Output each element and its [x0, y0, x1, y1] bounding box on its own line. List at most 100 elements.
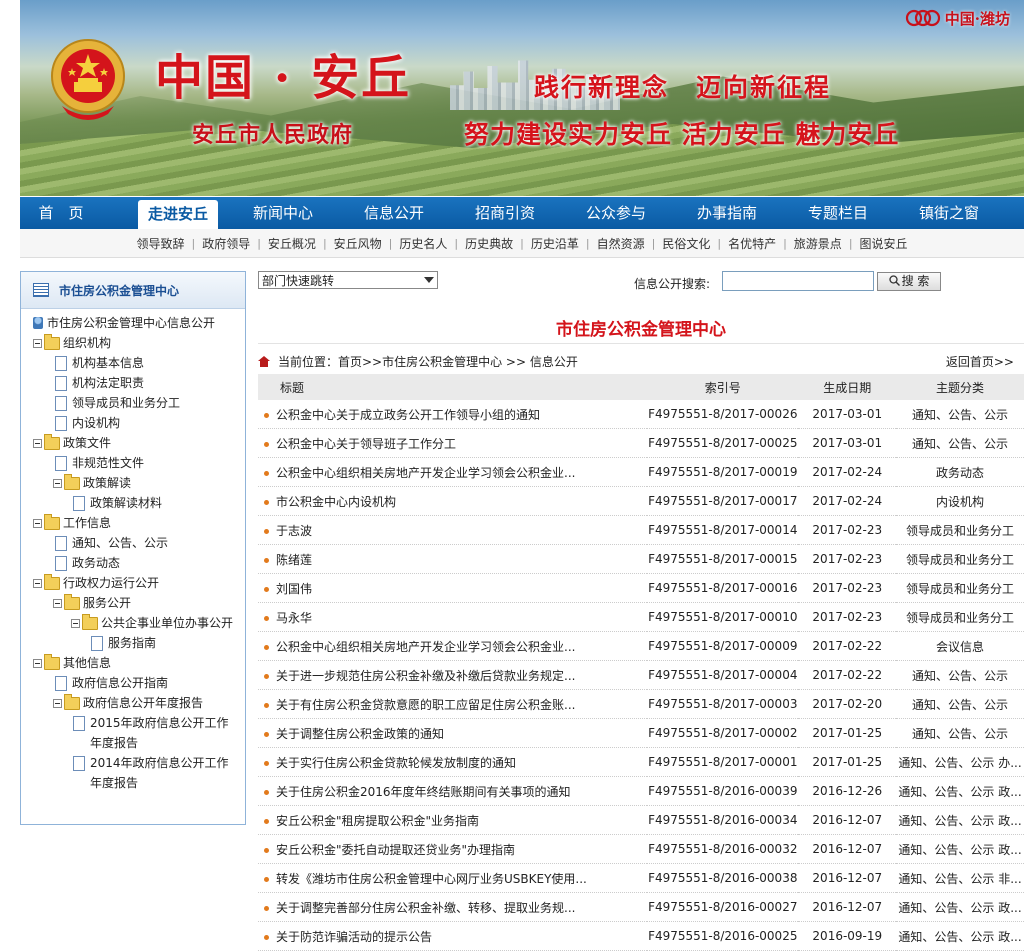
table-row[interactable]: 公积金中心关于领导班子工作分工 F4975551-8/2017-00025 2017…: [258, 428, 1024, 458]
tree-node[interactable]: 工作信息: [21, 513, 245, 533]
table-row[interactable]: 安丘公积金"租房提取公积金"业务指南 F4975551-8/2016-00034 2…: [258, 805, 1024, 835]
table-row[interactable]: 公积金中心组织相关房地产开发企业学习领会公积金业... F4975551-8/20…: [258, 631, 1024, 661]
table-row[interactable]: 安丘公积金"委托自动提取还贷业务"办理指南 F4975551-8/2016-000…: [258, 834, 1024, 864]
row-title-text[interactable]: 于志波: [276, 524, 312, 538]
row-title-text[interactable]: 公积金中心组织相关房地产开发企业学习领会公积金业...: [276, 640, 575, 654]
tree-node[interactable]: 政策文件: [21, 433, 245, 453]
tree-node[interactable]: 内设机构: [21, 413, 245, 433]
breadcrumb-text[interactable]: 当前位置：首页>>市住房公积金管理中心 >> 信息公开: [278, 353, 578, 370]
subnav-item[interactable]: 政府领导: [195, 235, 257, 252]
search-input[interactable]: [722, 271, 874, 291]
row-title[interactable]: 转发《潍坊市住房公积金管理中心网厅业务USBKEY使用...: [258, 863, 648, 893]
nav-about-anqiu[interactable]: 走进安丘: [138, 200, 218, 229]
row-title-text[interactable]: 关于调整住房公积金政策的通知: [276, 727, 444, 741]
nav-service-guide[interactable]: 办事指南: [682, 197, 772, 229]
table-row[interactable]: 关于有住房公积金贷款意愿的职工应留足住房公积金账... F4975551-8/20…: [258, 689, 1024, 719]
collapse-toggle-icon[interactable]: [53, 699, 62, 708]
row-title-text[interactable]: 公积金中心关于成立政务公开工作领导小组的通知: [276, 408, 540, 422]
row-title[interactable]: 公积金中心组织相关房地产开发企业学习领会公积金业...: [258, 631, 648, 661]
tree-node[interactable]: 领导成员和业务分工: [21, 393, 245, 413]
table-row[interactable]: 关于防范诈骗活动的提示公告 F4975551-8/2016-00025 2016-0…: [258, 921, 1024, 951]
collapse-toggle-icon[interactable]: [33, 339, 42, 348]
subnav-item[interactable]: 安丘风物: [327, 235, 389, 252]
collapse-toggle-icon[interactable]: [71, 619, 80, 628]
row-title[interactable]: 马永华: [258, 602, 648, 632]
table-row[interactable]: 转发《潍坊市住房公积金管理中心网厅业务USBKEY使用... F4975551-8…: [258, 863, 1024, 893]
row-title[interactable]: 关于调整完善部分住房公积金补缴、转移、提取业务规...: [258, 892, 648, 922]
collapse-toggle-icon[interactable]: [53, 479, 62, 488]
collapse-toggle-icon[interactable]: [53, 599, 62, 608]
row-title[interactable]: 于志波: [258, 515, 648, 545]
table-row[interactable]: 刘国伟 F4975551-8/2017-00016 2017-02-23 领导成员和业…: [258, 573, 1024, 603]
row-title-text[interactable]: 马永华: [276, 611, 312, 625]
table-row[interactable]: 关于住房公积金2016年度年终结账期间有关事项的通知 F4975551-8/201…: [258, 776, 1024, 806]
row-title[interactable]: 关于调整住房公积金政策的通知: [258, 718, 648, 748]
row-title-text[interactable]: 转发《潍坊市住房公积金管理中心网厅业务USBKEY使用...: [276, 872, 587, 886]
table-row[interactable]: 于志波 F4975551-8/2017-00014 2017-02-23 领导成员和业…: [258, 515, 1024, 545]
row-title-text[interactable]: 关于实行住房公积金贷款轮候发放制度的通知: [276, 756, 516, 770]
collapse-toggle-icon[interactable]: [33, 579, 42, 588]
dept-jump-select[interactable]: 部门快速跳转: [258, 271, 438, 289]
table-row[interactable]: 公积金中心关于成立政务公开工作领导小组的通知 F4975551-8/2017-00…: [258, 400, 1024, 429]
search-button[interactable]: 搜 索: [877, 272, 941, 291]
nav-home[interactable]: 首 页: [20, 197, 102, 229]
row-title[interactable]: 公积金中心关于领导班子工作分工: [258, 428, 648, 458]
tree-node[interactable]: 2015年政府信息公开工作年度报告: [21, 713, 245, 753]
tree-node[interactable]: 机构基本信息: [21, 353, 245, 373]
subnav-item[interactable]: 民俗文化: [655, 235, 717, 252]
row-title[interactable]: 关于有住房公积金贷款意愿的职工应留足住房公积金账...: [258, 689, 648, 719]
subnav-item[interactable]: 旅游景点: [787, 235, 849, 252]
table-row[interactable]: 市公积金中心内设机构 F4975551-8/2017-00017 2017-02-2…: [258, 486, 1024, 516]
row-title-text[interactable]: 关于住房公积金2016年度年终结账期间有关事项的通知: [276, 785, 571, 799]
row-title[interactable]: 安丘公积金"租房提取公积金"业务指南: [258, 805, 648, 835]
row-title-text[interactable]: 安丘公积金"租房提取公积金"业务指南: [276, 814, 479, 828]
row-title[interactable]: 安丘公积金"委托自动提取还贷业务"办理指南: [258, 834, 648, 864]
subnav-item[interactable]: 名优特产: [721, 235, 783, 252]
tree-node[interactable]: 政策解读材料: [21, 493, 245, 513]
nav-towns[interactable]: 镇街之窗: [904, 197, 994, 229]
subnav-item[interactable]: 历史名人: [392, 235, 454, 252]
tree-node[interactable]: 政务动态: [21, 553, 245, 573]
table-row[interactable]: 关于实行住房公积金贷款轮候发放制度的通知 F4975551-8/2017-0000…: [258, 747, 1024, 777]
tree-node[interactable]: 政府信息公开指南: [21, 673, 245, 693]
row-title-text[interactable]: 关于防范诈骗活动的提示公告: [276, 930, 432, 944]
nav-investment[interactable]: 招商引资: [460, 197, 550, 229]
subnav-item[interactable]: 历史典故: [458, 235, 520, 252]
row-title[interactable]: 市公积金中心内设机构: [258, 486, 648, 516]
subnav-item[interactable]: 图说安丘: [853, 235, 915, 252]
row-title-text[interactable]: 安丘公积金"委托自动提取还贷业务"办理指南: [276, 843, 515, 857]
tree-node[interactable]: 机构法定职责: [21, 373, 245, 393]
row-title-text[interactable]: 关于有住房公积金贷款意愿的职工应留足住房公积金账...: [276, 698, 575, 712]
row-title-text[interactable]: 公积金中心关于领导班子工作分工: [276, 437, 456, 451]
row-title[interactable]: 关于进一步规范住房公积金补缴及补缴后贷款业务规定...: [258, 660, 648, 690]
tree-node[interactable]: 2014年政府信息公开工作年度报告: [21, 753, 245, 793]
tree-node[interactable]: 服务公开: [21, 593, 245, 613]
table-row[interactable]: 公积金中心组织相关房地产开发企业学习领会公积金业... F4975551-8/20…: [258, 457, 1024, 487]
row-title-text[interactable]: 市公积金中心内设机构: [276, 495, 396, 509]
table-row[interactable]: 关于调整完善部分住房公积金补缴、转移、提取业务规... F4975551-8/20…: [258, 892, 1024, 922]
row-title-text[interactable]: 刘国伟: [276, 582, 312, 596]
row-title-text[interactable]: 关于调整完善部分住房公积金补缴、转移、提取业务规...: [276, 901, 575, 915]
subnav-item[interactable]: 领导致辞: [129, 235, 191, 252]
nav-news[interactable]: 新闻中心: [238, 197, 328, 229]
row-title-text[interactable]: 陈绪莲: [276, 553, 312, 567]
collapse-toggle-icon[interactable]: [33, 659, 42, 668]
row-title[interactable]: 关于实行住房公积金贷款轮候发放制度的通知: [258, 747, 648, 777]
tree-node[interactable]: 通知、公告、公示: [21, 533, 245, 553]
collapse-toggle-icon[interactable]: [33, 439, 42, 448]
weifang-link[interactable]: 中国·潍坊: [905, 6, 1010, 30]
tree-node[interactable]: 服务指南: [21, 633, 245, 653]
row-title-text[interactable]: 关于进一步规范住房公积金补缴及补缴后贷款业务规定...: [276, 669, 575, 683]
tree-node[interactable]: 政策解读: [21, 473, 245, 493]
tree-node[interactable]: 非规范性文件: [21, 453, 245, 473]
nav-special-topics[interactable]: 专题栏目: [793, 197, 883, 229]
tree-node[interactable]: 组织机构: [21, 333, 245, 353]
back-home-link[interactable]: 返回首页>>: [946, 353, 1014, 370]
row-title-text[interactable]: 公积金中心组织相关房地产开发企业学习领会公积金业...: [276, 466, 575, 480]
row-title[interactable]: 关于防范诈骗活动的提示公告: [258, 921, 648, 951]
tree-node[interactable]: 市住房公积金管理中心信息公开: [21, 313, 245, 333]
tree-node[interactable]: 政府信息公开年度报告: [21, 693, 245, 713]
tree-node[interactable]: 公共企事业单位办事公开: [21, 613, 245, 633]
table-row[interactable]: 关于进一步规范住房公积金补缴及补缴后贷款业务规定... F4975551-8/20…: [258, 660, 1024, 690]
collapse-toggle-icon[interactable]: [33, 519, 42, 528]
